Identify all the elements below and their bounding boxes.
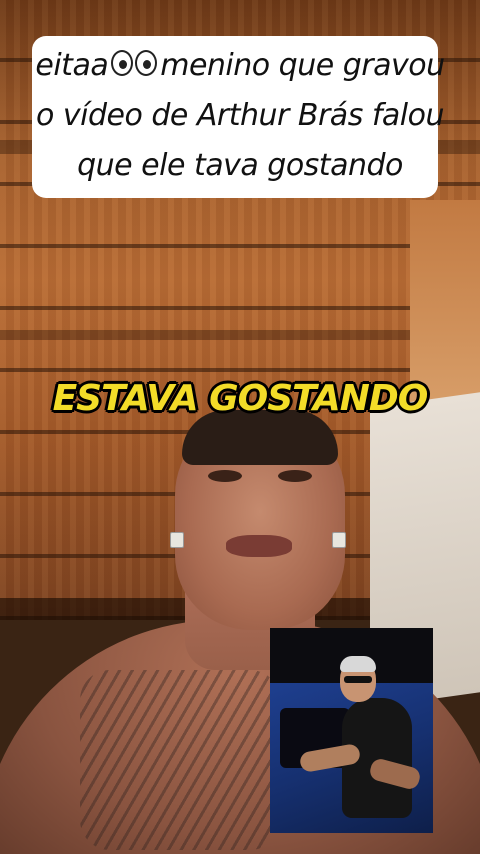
caption-text: eitaa xyxy=(35,48,109,83)
earring-right xyxy=(332,532,346,548)
overlay-title: ESTAVA GOSTANDO xyxy=(52,378,429,419)
inset-photo xyxy=(270,628,433,833)
caption-text: menino que gravou xyxy=(160,48,445,83)
caption-line-1: eitaa menino que gravou xyxy=(0,48,480,84)
mouth xyxy=(226,535,292,557)
caption-line-2: o vídeo de Arthur Brás falou xyxy=(35,98,445,133)
caption-line-3: que ele tava gostando xyxy=(77,148,403,183)
chest-tattoo xyxy=(80,670,280,850)
right-eye xyxy=(278,470,312,482)
man-hair xyxy=(340,656,376,672)
left-eye xyxy=(208,470,242,482)
eyes-emoji-icon xyxy=(110,49,158,84)
earring-left xyxy=(170,532,184,548)
sunglasses-icon xyxy=(344,676,372,683)
ceiling-beam xyxy=(0,330,480,340)
